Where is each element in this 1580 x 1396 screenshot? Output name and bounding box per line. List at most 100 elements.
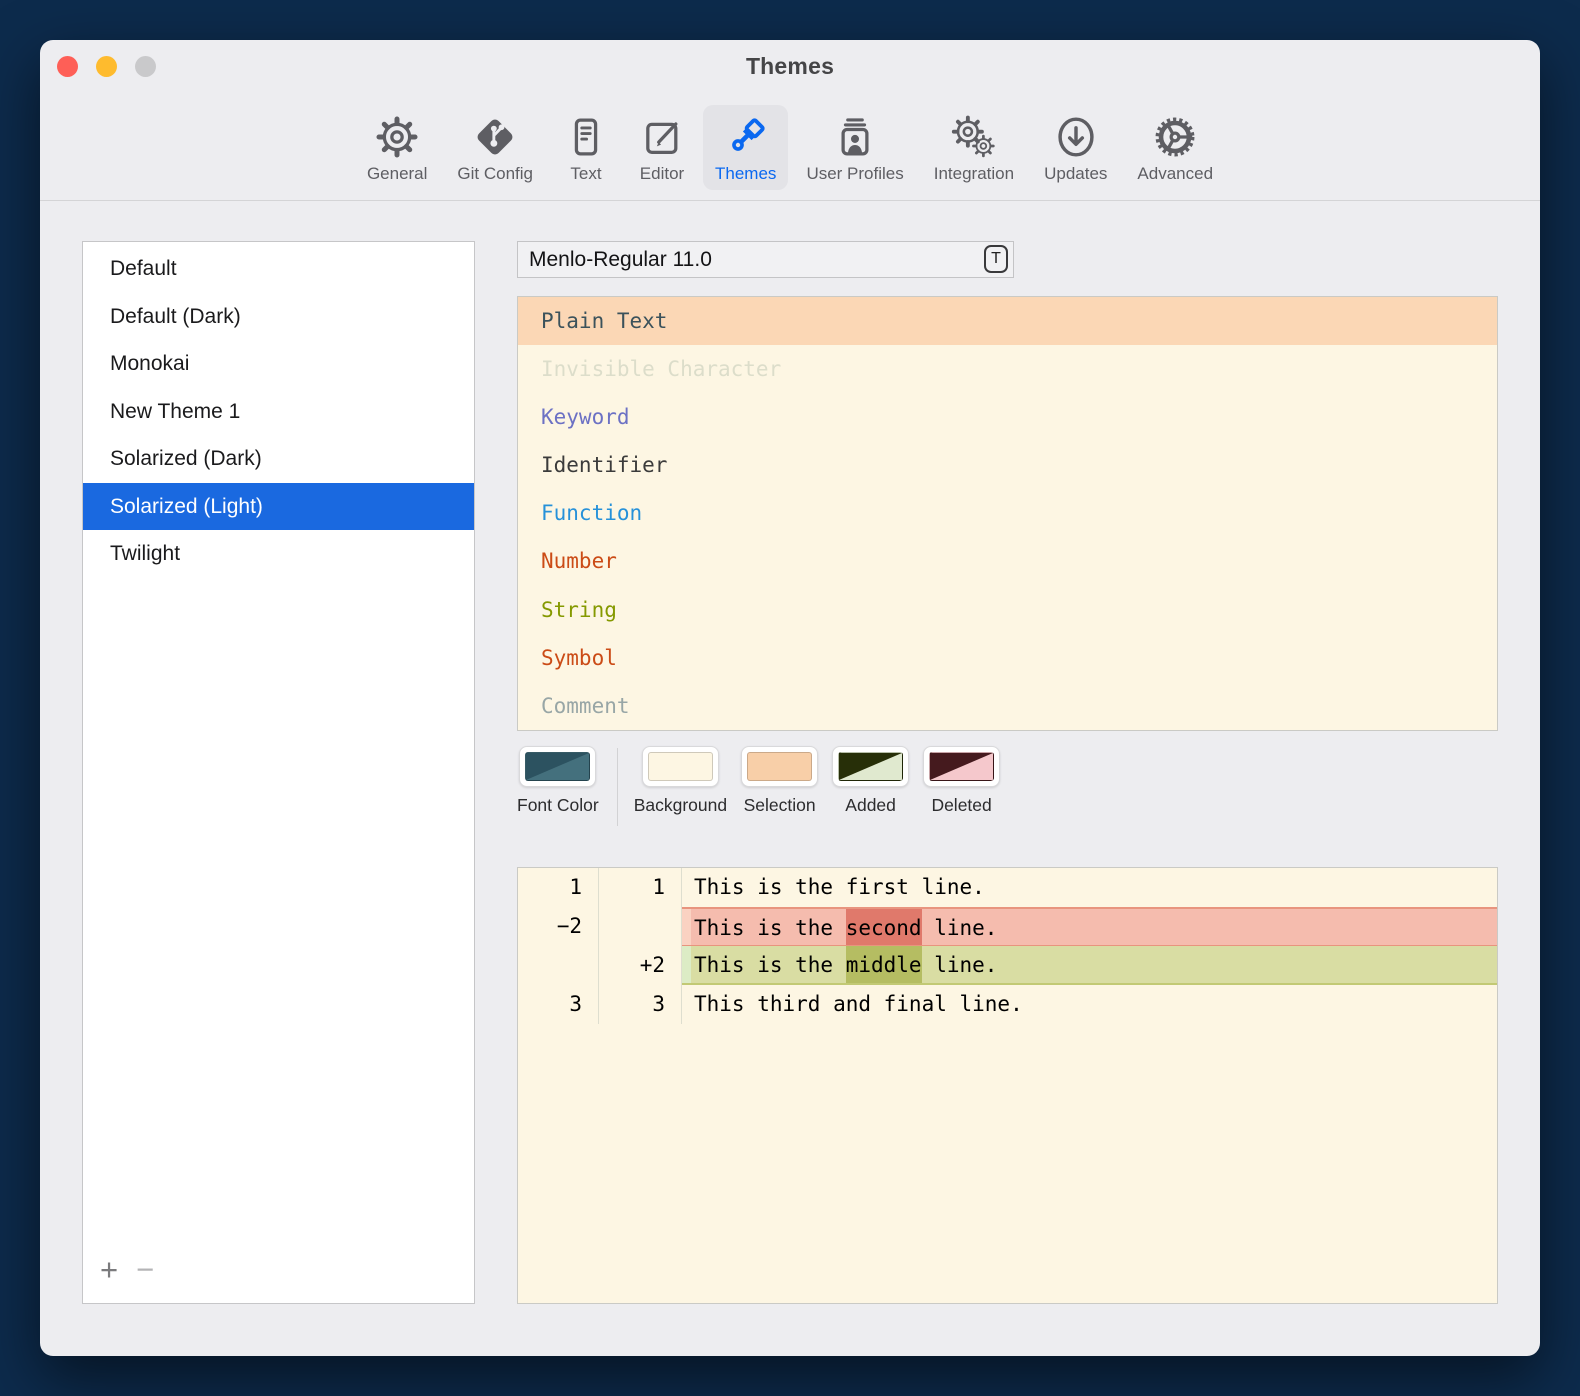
swatch-selection[interactable]: Selection [741, 746, 818, 816]
theme-list-item-default-dark[interactable]: Default (Dark) [83, 293, 474, 341]
theme-sidebar: DefaultDefault (Dark)MonokaiNew Theme 1S… [82, 241, 475, 1304]
swatch-deleted[interactable]: Deleted [923, 746, 1000, 816]
toolbar-item-git-config[interactable]: Git Config [445, 105, 545, 190]
diff-text-segment: line. [922, 946, 998, 983]
preferences-window: Themes General Git Config Text Editor Themes… [40, 40, 1540, 1356]
color-well [923, 746, 1000, 787]
theme-detail-panel: Menlo-Regular 11.0 T Plain TextInvisible… [517, 241, 1498, 1304]
swatch-font-color[interactable]: Font Color [517, 746, 599, 816]
window-title: Themes [40, 53, 1540, 80]
toolbar-item-label: Editor [640, 164, 684, 183]
swatch-label: Font Color [517, 795, 599, 816]
diff-text-segment: This is the [694, 946, 846, 983]
theme-list-item-monokai[interactable]: Monokai [83, 340, 474, 388]
toolbar-item-integration[interactable]: Integration [922, 105, 1026, 190]
toolbar-item-label: Integration [934, 164, 1014, 183]
add-theme-button[interactable]: + [100, 1254, 118, 1285]
diff-word-highlight: second [846, 909, 922, 945]
toolbar-item-updates[interactable]: Updates [1032, 105, 1119, 190]
color-swatch-row: Font Color Background Selection Added Delete… [517, 746, 1498, 830]
syntax-sample-string: String [518, 586, 1497, 634]
toolbar-item-label: Updates [1044, 164, 1107, 183]
download-circle-icon [1053, 114, 1099, 160]
diff-old-line-number: 3 [518, 985, 599, 1024]
font-field[interactable]: Menlo-Regular 11.0 T [517, 241, 1014, 278]
toolbar-item-text[interactable]: Text [551, 105, 621, 190]
remove-theme-button[interactable]: − [136, 1254, 154, 1285]
syntax-sample-symbol: Symbol [518, 634, 1497, 682]
titlebar: Themes General Git Config Text Editor Themes… [40, 40, 1540, 201]
toolbar-item-themes[interactable]: Themes [703, 105, 788, 190]
diff-line-text: This third and final line. [682, 985, 1497, 1024]
toolbar-item-general[interactable]: General [355, 105, 439, 190]
swatch-label: Added [845, 795, 896, 816]
swatch-added[interactable]: Added [832, 746, 909, 816]
diff-word-highlight: middle [846, 946, 922, 983]
toolbar-item-label: Git Config [457, 164, 533, 183]
toolbar-item-label: User Profiles [806, 164, 903, 183]
swatch-label: Selection [744, 795, 816, 816]
theme-list: DefaultDefault (Dark)MonokaiNew Theme 1S… [83, 242, 474, 1245]
diff-preview: 11This is the first line.−2This is the s… [517, 867, 1498, 1304]
diff-row-deleted: −2 This is the second line. [518, 907, 1497, 946]
theme-list-item-solarized-dark[interactable]: Solarized (Dark) [83, 435, 474, 483]
color-chip [648, 752, 713, 781]
diff-row-added: +2This is the middle line. [518, 946, 1497, 985]
advanced-gear-icon [1152, 114, 1198, 160]
toolbar-item-advanced[interactable]: Advanced [1125, 105, 1225, 190]
swatch-divider [617, 748, 618, 826]
contact-card-icon [832, 114, 878, 160]
gear-icon [374, 114, 420, 160]
theme-list-item-solarized-light[interactable]: Solarized (Light) [83, 483, 474, 531]
color-well [519, 746, 596, 787]
color-well [741, 746, 818, 787]
sidebar-actions: + − [83, 1245, 474, 1303]
diff-new-line-number: 1 [599, 868, 682, 907]
syntax-sample-comment: Comment [518, 682, 1497, 730]
toolbar-item-user-profiles[interactable]: User Profiles [794, 105, 915, 190]
font-field-value: Menlo-Regular 11.0 [518, 242, 1013, 277]
edit-pencil-icon [639, 114, 685, 160]
toolbar-item-label: Advanced [1137, 164, 1213, 183]
paintbrush-icon [723, 114, 769, 160]
diff-line-text: This is the first line. [682, 868, 1497, 907]
diff-line-text: This is the second line. [682, 907, 1497, 946]
theme-list-item-new-theme-1[interactable]: New Theme 1 [83, 388, 474, 436]
color-chip [838, 752, 903, 781]
document-icon [563, 114, 609, 160]
gears-icon [951, 114, 997, 160]
diff-row-context: 11This is the first line. [518, 868, 1497, 907]
syntax-sample-function: Function [518, 489, 1497, 537]
diff-old-line-number [518, 946, 599, 985]
font-row: Menlo-Regular 11.0 T [517, 241, 1498, 278]
diff-line-text: This is the middle line. [682, 946, 1497, 985]
git-diamond-icon [472, 114, 518, 160]
font-picker-button[interactable]: T [984, 245, 1008, 273]
color-well [832, 746, 909, 787]
toolbar-item-label: Themes [715, 164, 776, 183]
toolbar: General Git Config Text Editor Themes User Pr… [40, 105, 1540, 190]
swatch-label: Background [634, 795, 727, 816]
diff-text-segment: This is the [694, 909, 846, 945]
swatch-label: Deleted [931, 795, 991, 816]
toolbar-item-label: General [367, 164, 427, 183]
color-chip [929, 752, 994, 781]
diff-row-context: 33This third and final line. [518, 985, 1497, 1024]
theme-list-item-default[interactable]: Default [83, 245, 474, 293]
syntax-sample-identifier: Identifier [518, 441, 1497, 489]
toolbar-item-label: Text [570, 164, 601, 183]
syntax-preview: Plain TextInvisible CharacterKeywordIden… [517, 296, 1498, 731]
toolbar-item-editor[interactable]: Editor [627, 105, 697, 190]
content-area: DefaultDefault (Dark)MonokaiNew Theme 1S… [40, 201, 1540, 1356]
syntax-sample-number: Number [518, 537, 1497, 585]
syntax-sample-plain-text: Plain Text [518, 297, 1497, 345]
diff-new-line-number: +2 [599, 946, 682, 985]
diff-old-line-number: 1 [518, 868, 599, 907]
diff-text-segment: line. [922, 909, 998, 945]
diff-new-line-number: 3 [599, 985, 682, 1024]
swatch-background[interactable]: Background [634, 746, 727, 816]
color-well [642, 746, 719, 787]
diff-old-line-number: −2 [518, 907, 599, 946]
diff-new-line-number [599, 907, 682, 946]
theme-list-item-twilight[interactable]: Twilight [83, 530, 474, 578]
